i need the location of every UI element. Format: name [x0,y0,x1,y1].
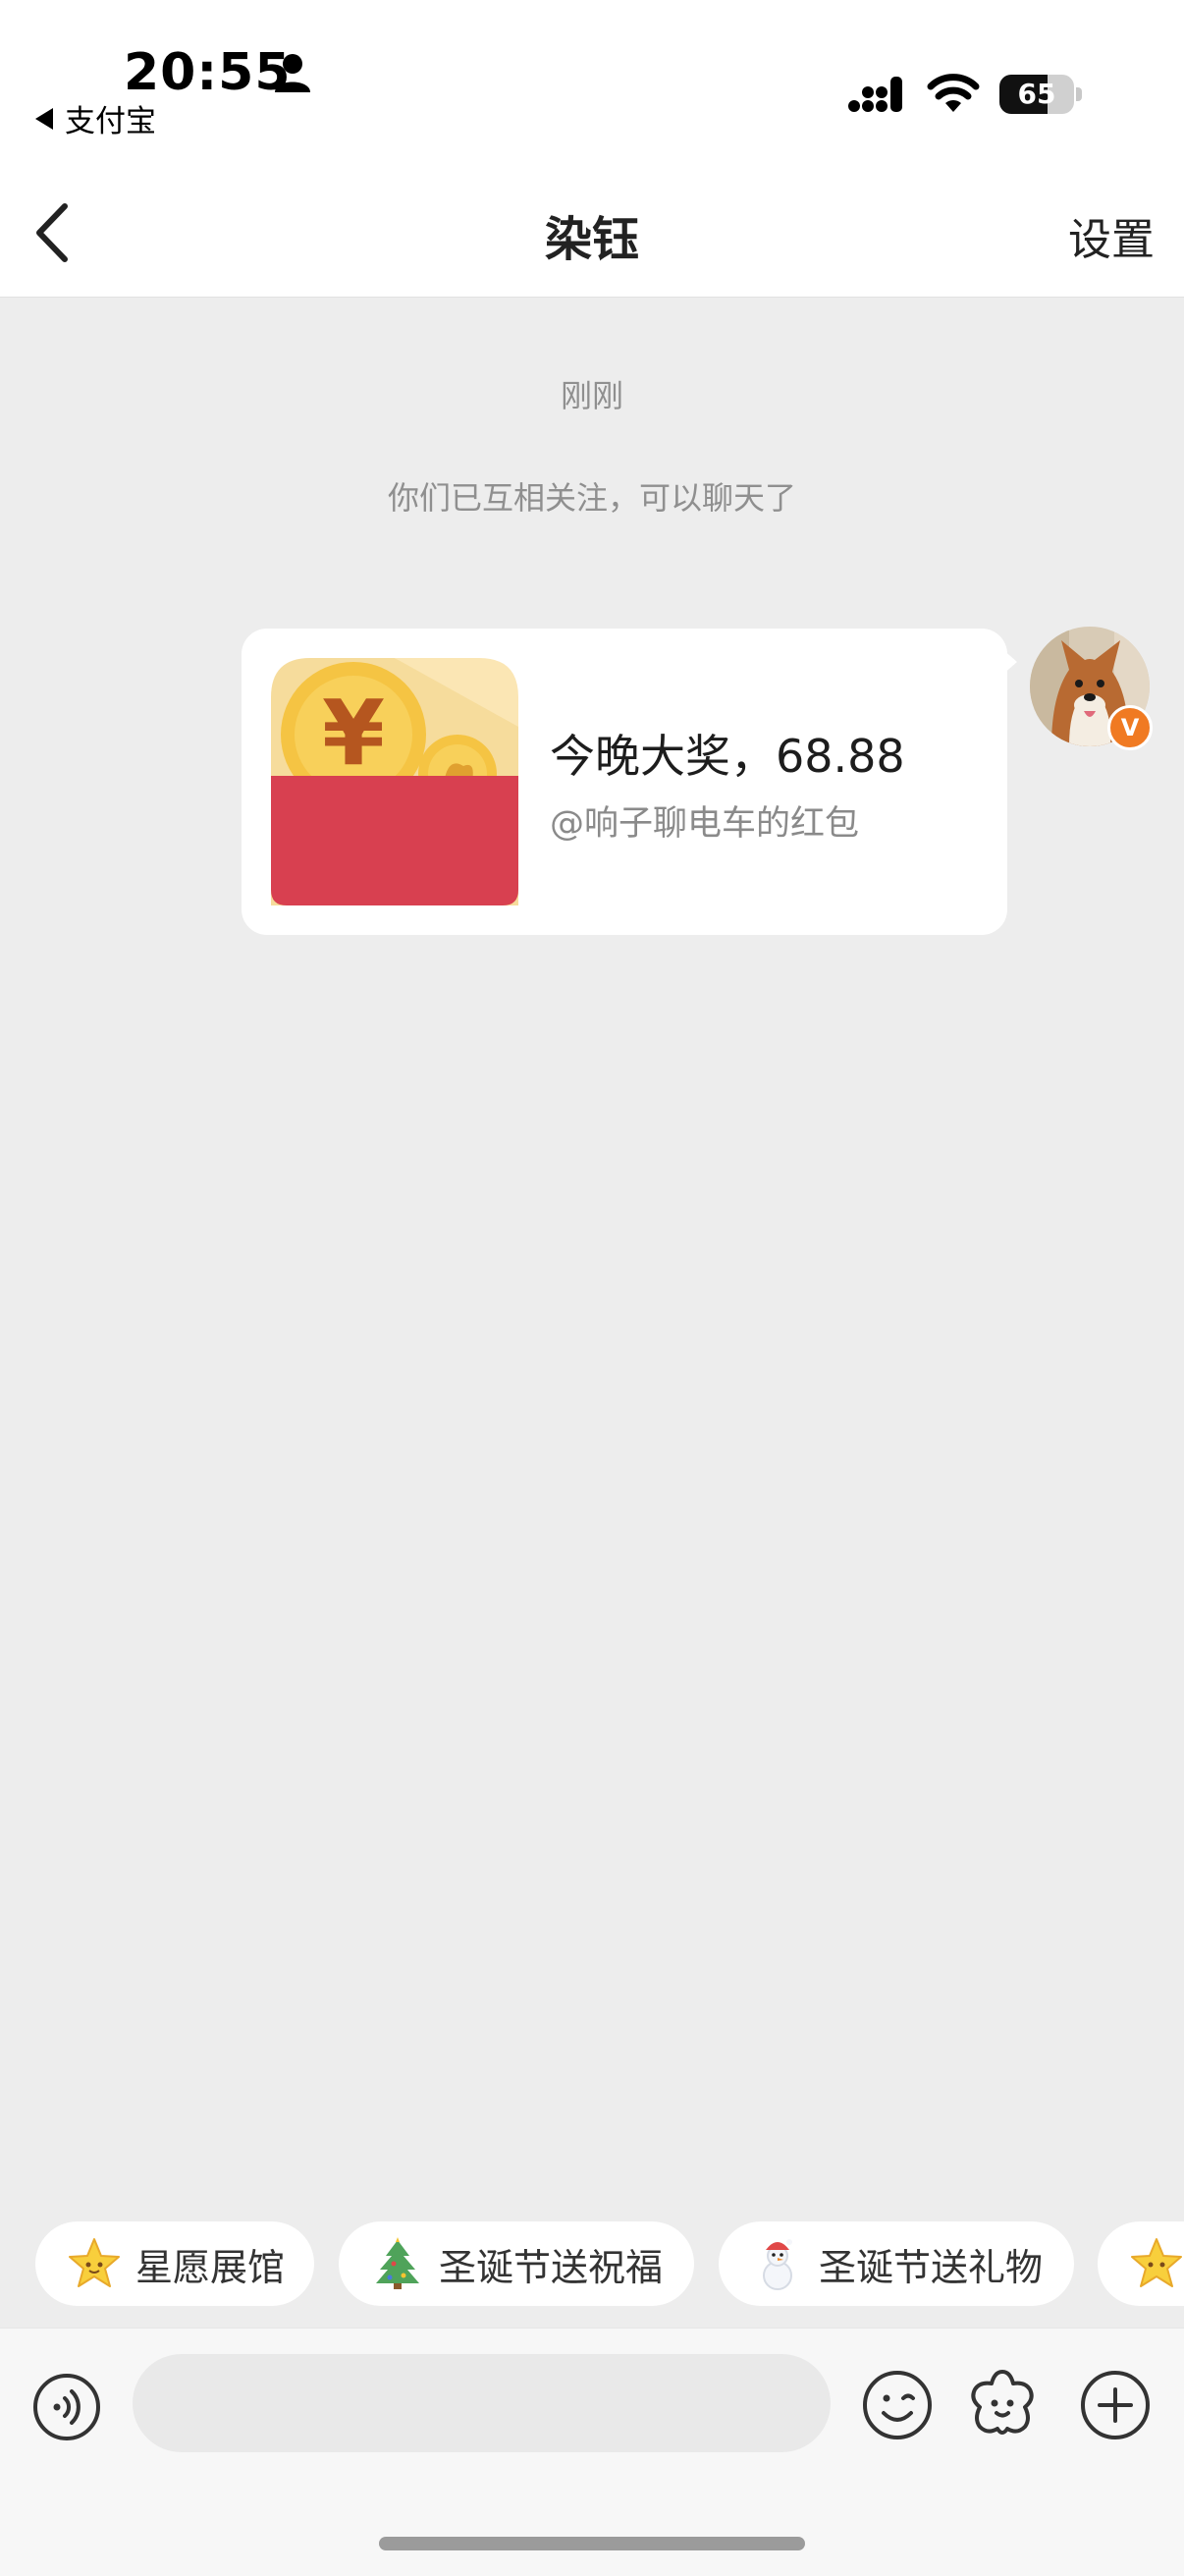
message-input[interactable] [133,2354,831,2452]
chip-label: 圣诞节送祝福 [439,2245,664,2289]
snowman-icon [763,2239,792,2290]
message-title: 今晚大奖，68.88 [550,730,905,783]
chip-christmas-wishes[interactable]: 圣诞节送祝福 [339,2221,694,2306]
star-face-icon [1131,2238,1182,2287]
red-packet-icon: ¥ [271,658,518,905]
christmas-tree-icon [376,2237,419,2289]
voice-icon[interactable] [31,2372,102,2442]
star-face-icon [69,2238,120,2287]
settings-button[interactable]: 设置 [1068,204,1155,267]
verified-badge: V [1107,705,1153,750]
nav-bar: 染钰 设置 [0,167,1184,298]
battery-indicator: 65 [999,75,1074,114]
wifi-icon [927,74,980,112]
cellular-signal-icon [848,77,902,112]
plus-icon[interactable] [1078,2368,1153,2442]
chip-christmas-gifts[interactable]: 圣诞节送礼物 [719,2221,1074,2306]
system-message: 你们已互相关注，可以聊天了 [387,479,796,517]
red-packet-message[interactable]: ¥ 今晚大奖，68.88 @响子聊电车的红包 [242,629,1007,935]
chip-star-exhibition[interactable]: 星愿展馆 [35,2221,314,2306]
back-triangle-icon [35,107,53,130]
battery-cap [1076,87,1082,101]
bubble-tail [1001,648,1017,676]
back-app-label: 支付宝 [65,104,156,139]
home-indicator[interactable] [379,2537,805,2550]
chip-more[interactable] [1098,2221,1184,2306]
sticker-icon[interactable] [964,2366,1041,2442]
page-title: 染钰 [544,212,639,267]
back-to-app-link[interactable]: 支付宝 [35,96,156,140]
status-bar: 20:55 支付宝 65 [0,0,1184,167]
chip-label: 圣诞节送礼物 [819,2245,1044,2289]
message-subtitle: @响子聊电车的红包 [550,804,860,844]
chip-label: 星愿展馆 [135,2245,286,2289]
chat-timestamp: 刚刚 [560,377,623,414]
svg-text:¥: ¥ [322,681,385,786]
emoji-icon[interactable] [860,2368,935,2442]
person-icon [275,54,310,92]
battery-percent: 65 [1017,78,1056,110]
quick-chip-row: 星愿展馆 圣诞节送祝福 圣诞节送礼物 [0,2221,1184,2306]
status-time: 20:55 [124,43,292,102]
